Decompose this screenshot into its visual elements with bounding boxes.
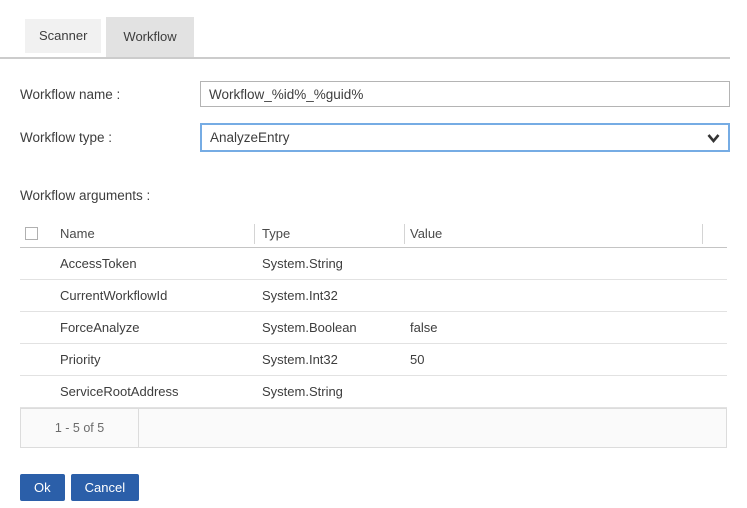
table-row[interactable]: CurrentWorkflowId System.Int32 [20,280,727,312]
workflow-name-input[interactable] [200,81,730,107]
tab-bar: Scanner Workflow [0,17,730,59]
tab-workflow[interactable]: Workflow [106,17,193,57]
workflow-name-row: Workflow name : [20,81,730,107]
argument-name: ServiceRootAddress [60,384,255,399]
workflow-settings-page: Scanner Workflow Workflow name : Workflo… [0,0,747,501]
argument-type: System.String [255,256,405,271]
argument-name: Priority [60,352,255,367]
ok-button[interactable]: Ok [20,474,65,501]
arguments-table: Name Type Value AccessToken System.Strin… [20,220,727,448]
argument-value: 50 [405,352,703,367]
table-row[interactable]: Priority System.Int32 50 [20,344,727,376]
chevron-down-icon [706,132,721,144]
pagination-bar: 1 - 5 of 5 [20,408,727,448]
argument-type: System.Boolean [255,320,405,335]
workflow-type-label: Workflow type : [20,130,200,145]
workflow-type-select[interactable]: AnalyzeEntry [200,123,730,152]
column-header-name[interactable]: Name [60,224,255,244]
arguments-table-body: AccessToken System.String CurrentWorkflo… [20,248,727,408]
argument-value: false [405,320,703,335]
column-header-value[interactable]: Value [405,224,703,244]
workflow-name-label: Workflow name : [20,87,200,102]
pagination-spacer [139,409,726,447]
table-row[interactable]: ServiceRootAddress System.String [20,376,727,408]
workflow-type-row: Workflow type : AnalyzeEntry [20,123,730,152]
argument-type: System.String [255,384,405,399]
arguments-table-header: Name Type Value [20,220,727,248]
table-row[interactable]: ForceAnalyze System.Boolean false [20,312,727,344]
page-range-text: 1 - 5 of 5 [21,409,139,447]
argument-name: CurrentWorkflowId [60,288,255,303]
workflow-arguments-label: Workflow arguments : [20,188,730,203]
column-header-stub [703,224,727,244]
tab-scanner[interactable]: Scanner [25,19,101,53]
workflow-type-selected-value: AnalyzeEntry [210,130,290,145]
workflow-form: Workflow name : Workflow type : AnalyzeE… [0,81,730,448]
column-header-type[interactable]: Type [255,224,405,244]
argument-type: System.Int32 [255,288,405,303]
table-row[interactable]: AccessToken System.String [20,248,727,280]
action-buttons: Ok Cancel [0,474,730,501]
cancel-button[interactable]: Cancel [71,474,139,501]
argument-type: System.Int32 [255,352,405,367]
argument-name: ForceAnalyze [60,320,255,335]
argument-name: AccessToken [60,256,255,271]
select-all-checkbox[interactable] [25,227,38,240]
header-checkbox-cell [20,224,60,244]
